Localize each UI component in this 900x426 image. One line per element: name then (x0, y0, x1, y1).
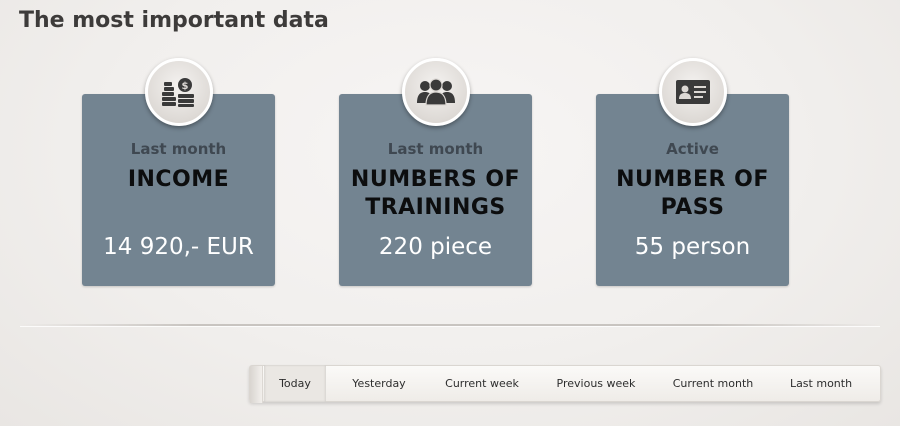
income-card-heading-line1: INCOME (127, 167, 230, 192)
tab-today[interactable]: Today (264, 365, 326, 402)
trainings-card-heading-line2: TRAININGS (365, 195, 506, 220)
pass-card: Active NUMBER OF PASS 55 person (596, 58, 789, 286)
trainings-card-value: 220 piece (378, 234, 493, 260)
income-card-heading: INCOME (82, 166, 275, 194)
tab-bar-left-cap (250, 366, 263, 403)
tab-yesterday[interactable]: Yesterday (326, 365, 432, 402)
tab-last-month[interactable]: Last month (766, 365, 876, 402)
tab-current-month[interactable]: Current month (660, 365, 766, 402)
pass-card-heading-line2: PASS (660, 195, 725, 220)
pass-card-subtitle: Active (666, 140, 719, 158)
income-card: $ Last month INCOME 14 920,- EUR (82, 58, 275, 286)
period-tab-bar: Today Yesterday Current week Previous we… (249, 365, 881, 403)
group-people-icon (401, 58, 470, 126)
page-title: The most important data (19, 8, 329, 33)
trainings-card-heading: NUMBERS OF TRAININGS (339, 166, 532, 222)
trainings-card-heading-line1: NUMBERS OF (350, 167, 521, 192)
trainings-card: Last month NUMBERS OF TRAININGS 220 piec… (339, 58, 532, 286)
pass-card-heading-line1: NUMBER OF (616, 167, 769, 192)
id-card-icon (658, 58, 727, 126)
pass-card-heading: NUMBER OF PASS (596, 166, 789, 222)
tab-current-week[interactable]: Current week (432, 365, 532, 402)
income-card-subtitle: Last month (130, 140, 227, 158)
tab-previous-week[interactable]: Previous week (532, 365, 660, 402)
income-card-value: 14 920,- EUR (103, 234, 254, 260)
pass-card-value: 55 person (634, 234, 751, 260)
income-coins-icon: $ (144, 58, 213, 126)
trainings-card-subtitle: Last month (387, 140, 484, 158)
section-divider (20, 324, 880, 326)
svg-text:$: $ (181, 81, 188, 92)
